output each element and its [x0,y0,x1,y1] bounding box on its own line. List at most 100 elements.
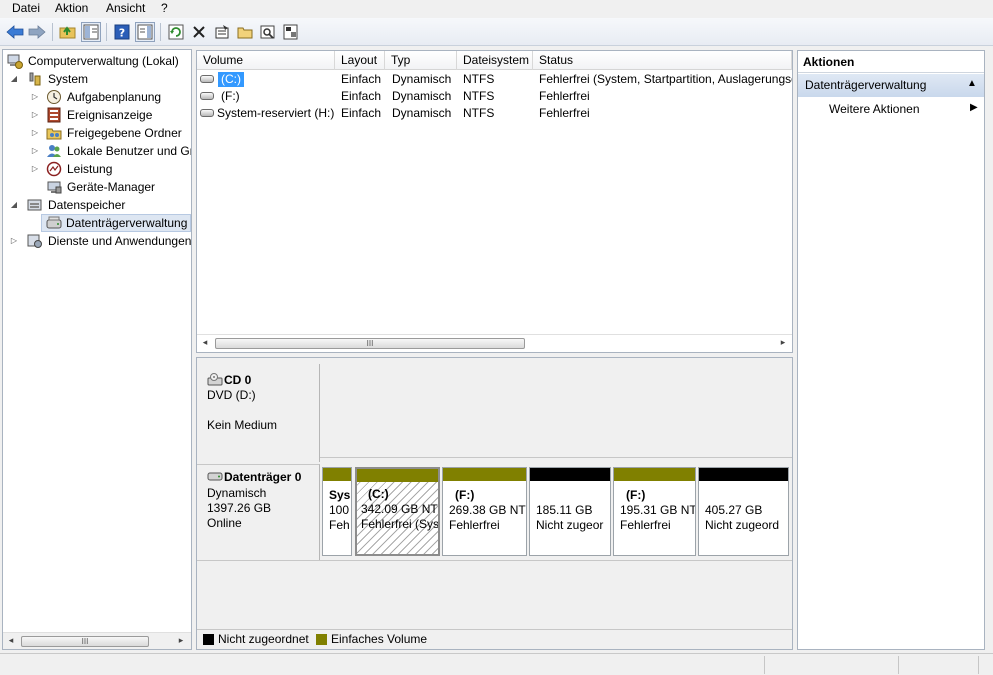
volume-status: Fehlerfrei [539,106,590,120]
column-layout[interactable]: Layout [335,51,385,70]
column-dateisystem[interactable]: Dateisystem [457,51,533,70]
partition-status: Nicht zugeor [536,518,604,532]
partition-f[interactable]: (F:) 195.31 GB NT Fehlerfrei [613,467,696,556]
expanded-arrow-icon[interactable]: ◢ [9,196,19,214]
expanded-arrow-icon[interactable]: ◢ [9,70,19,88]
tree-item-geraete-manager[interactable]: Geräte-Manager [5,178,191,196]
volume-layout: Einfach [341,89,382,103]
refresh-icon[interactable] [166,22,186,42]
collapsed-arrow-icon[interactable]: ▷ [30,124,40,142]
shared-folders-icon [46,125,62,141]
storage-icon [27,197,43,213]
performance-icon [46,161,62,177]
volume-status: Fehlerfrei [539,89,590,103]
menu-datei[interactable]: Datei [12,1,40,15]
partition-title: (F:) [455,488,475,502]
partition-f[interactable]: (F:) 269.38 GB NT Fehlerfrei [442,467,527,556]
scroll-left-icon[interactable]: ◂ [5,635,17,646]
services-icon [27,233,43,249]
table-row[interactable]: System-reserviert (H:) Einfach Dynamisch… [197,105,792,122]
collapsed-arrow-icon[interactable]: ▷ [30,160,40,178]
cd0-label[interactable]: CD 0 DVD (D:) Kein Medium [197,364,320,462]
list-horizontal-scrollbar[interactable]: ◂ III ▸ [197,334,792,351]
tree-item-dienste[interactable]: ▷ Dienste und Anwendungen [5,232,191,250]
collapsed-arrow-icon[interactable]: ▷ [30,106,40,124]
find-icon[interactable] [258,22,278,42]
volume-list: Volume Layout Typ Dateisystem Status (C:… [196,50,793,353]
up-folder-icon[interactable] [58,22,78,42]
tree-item-ereignisanzeige[interactable]: ▷ Ereignisanzeige [5,106,191,124]
tree-item-lokale-benutzer[interactable]: ▷ Lokale Benutzer und Gru [5,142,191,160]
scroll-thumb[interactable]: III [21,636,149,647]
collapsed-arrow-icon[interactable]: ▷ [9,232,19,250]
column-typ[interactable]: Typ [385,51,457,70]
show-action-pane-icon[interactable] [135,22,155,42]
tree-item-leistung[interactable]: ▷ Leistung [5,160,191,178]
partition-size: 269.38 GB NT [449,503,526,517]
disk0-name: Datenträger 0 [224,470,302,484]
legend-swatch-simple [316,634,327,645]
volume-filesystem: NTFS [463,89,495,103]
column-status[interactable]: Status [533,51,792,70]
legend-label-simple: Einfaches Volume [331,632,428,646]
volume-drive-icon [200,75,214,83]
table-row[interactable]: (F:) Einfach Dynamisch NTFS Fehlerfrei [197,88,792,105]
partition-title: (F:) [626,488,646,502]
submenu-arrow-icon: ▶ [970,102,978,113]
cd0-media-status: Kein Medium [207,418,278,432]
partition-size: 185.11 GB [536,503,593,517]
event-viewer-icon [46,107,62,123]
menu-ansicht[interactable]: Ansicht [106,1,145,15]
show-tree-icon[interactable] [81,22,101,42]
table-row[interactable]: (C:) Einfach Dynamisch NTFS Fehlerfrei (… [197,71,792,88]
volume-layout: Einfach [341,72,382,86]
collapsed-arrow-icon[interactable]: ▷ [30,88,40,106]
actions-section[interactable]: Datenträgerverwaltung ▲ [798,74,984,97]
console-tree: Computerverwaltung (Lokal) ◢ System ▷ Au… [2,49,192,650]
partition-size: 195.31 GB NT [620,503,696,517]
partition-system-reserved[interactable]: Sys 100 Feh [322,467,352,556]
tree-item-system[interactable]: ◢ System [5,70,191,88]
hard-disk-icon [207,470,223,485]
toolbar: ? [0,18,993,46]
disk0-label[interactable]: Datenträger 0 Dynamisch 1397.26 GB Onlin… [197,464,320,560]
partition-title: Sys [329,488,351,502]
system-tools-icon [27,71,43,87]
tree-root[interactable]: Computerverwaltung (Lokal) [5,52,191,70]
tree-item-datentraegerverwaltung[interactable]: Datenträgerverwaltung [41,214,191,232]
partition-unallocated[interactable]: 185.11 GB Nicht zugeor [529,467,611,556]
partition-unallocated[interactable]: 405.27 GB Nicht zugeord [698,467,789,556]
scroll-left-icon[interactable]: ◂ [199,337,211,348]
scroll-thumb[interactable]: III [215,338,525,349]
svg-text:?: ? [119,27,125,40]
partition-status: Feh [329,518,350,532]
back-icon[interactable] [5,22,25,42]
collapsed-arrow-icon[interactable]: ▷ [30,142,40,160]
collapse-up-icon[interactable]: ▲ [967,78,977,89]
tree-item-aufgabenplanung[interactable]: ▷ Aufgabenplanung [5,88,191,106]
export-icon[interactable] [281,22,301,42]
cd0-drive: DVD (D:) [207,388,256,402]
disk0-type: Dynamisch [207,486,267,500]
partition-c[interactable]: (C:) 342.09 GB NTI Fehlerfrei (Sys [355,467,440,556]
forward-icon[interactable] [27,22,47,42]
more-actions-item[interactable]: Weitere Aktionen ▶ [798,99,984,119]
scroll-right-icon[interactable]: ▸ [175,635,187,646]
device-manager-icon [46,179,62,195]
open-icon[interactable] [235,22,255,42]
partition-status: Nicht zugeord [705,518,780,532]
menu-help[interactable]: ? [161,1,168,15]
actions-pane: Aktionen Datenträgerverwaltung ▲ Weitere… [797,50,985,650]
scroll-right-icon[interactable]: ▸ [777,337,789,348]
column-volume[interactable]: Volume [197,51,335,70]
tree-horizontal-scrollbar[interactable]: ◂ III ▸ [3,632,191,649]
help-icon[interactable]: ? [112,22,132,42]
tree-item-datenspeicher[interactable]: ◢ Datenspeicher [5,196,191,214]
tree-item-freigegebene-ordner[interactable]: ▷ Freigegebene Ordner [5,124,191,142]
menu-aktion[interactable]: Aktion [55,1,88,15]
volume-type: Dynamisch [392,89,452,103]
properties-icon[interactable] [212,22,232,42]
delete-icon[interactable] [189,22,209,42]
computer-management-icon [7,53,23,69]
status-bar [0,653,993,675]
